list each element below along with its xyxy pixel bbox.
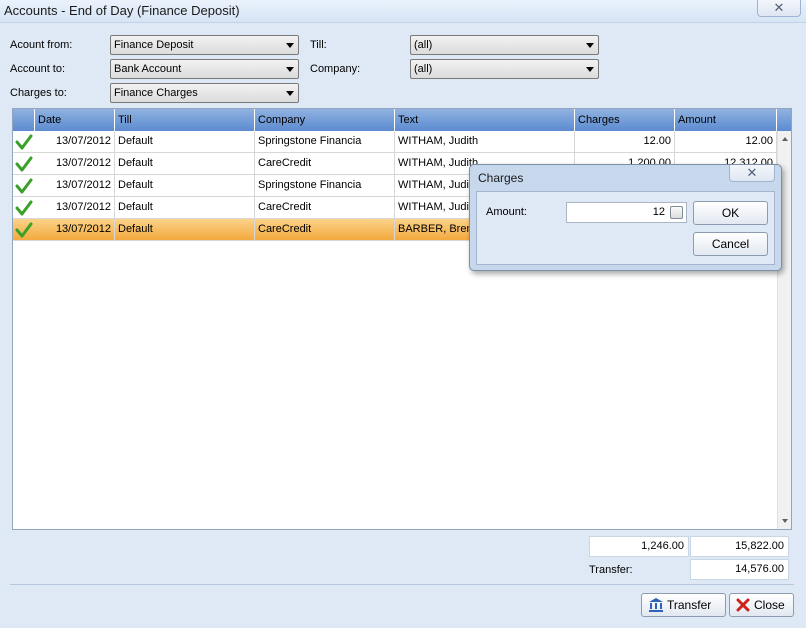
transfer-button-label: Transfer bbox=[667, 598, 712, 612]
cancel-button-label: Cancel bbox=[711, 237, 750, 251]
till-label: Till: bbox=[310, 39, 327, 51]
cell-text: WITHAM, Judith bbox=[395, 131, 575, 153]
account-from-value: Finance Deposit bbox=[114, 39, 194, 51]
cell-date: 13/07/2012 bbox=[35, 219, 115, 241]
transfer-value: 14,576.00 bbox=[690, 559, 789, 580]
amount-value: 12 bbox=[652, 206, 665, 218]
scroll-down-arrow-icon[interactable] bbox=[782, 519, 788, 523]
chevron-down-icon bbox=[586, 67, 594, 72]
charges-total: 1,246.00 bbox=[589, 536, 689, 557]
account-from-dropdown[interactable]: Finance Deposit bbox=[110, 35, 299, 55]
till-dropdown[interactable]: (all) bbox=[410, 35, 599, 55]
checkmark-icon[interactable] bbox=[15, 221, 33, 239]
cancel-button[interactable]: Cancel bbox=[693, 232, 768, 256]
footer-divider bbox=[10, 584, 794, 585]
company-dropdown[interactable]: (all) bbox=[410, 59, 599, 79]
cell-till: Default bbox=[115, 153, 255, 175]
grid-header: Date Till Company Text Charges Amount bbox=[13, 109, 791, 131]
amount-input[interactable]: 12 bbox=[566, 202, 687, 223]
chevron-down-icon bbox=[586, 43, 594, 48]
charges-to-dropdown[interactable]: Finance Charges bbox=[110, 83, 299, 103]
close-x-icon bbox=[736, 598, 750, 612]
cell-charges: 12.00 bbox=[575, 131, 675, 153]
dialog-close-button[interactable]: ✕ bbox=[729, 165, 775, 182]
chevron-down-icon bbox=[286, 91, 294, 96]
cell-date: 13/07/2012 bbox=[35, 131, 115, 153]
checkmark-icon[interactable] bbox=[15, 133, 33, 151]
cell-company: CareCredit bbox=[255, 219, 395, 241]
cell-date: 13/07/2012 bbox=[35, 197, 115, 219]
amount-spin-button[interactable] bbox=[670, 206, 683, 219]
scroll-up-arrow-icon[interactable] bbox=[782, 137, 788, 141]
checkmark-icon[interactable] bbox=[15, 177, 33, 195]
column-header-charges[interactable]: Charges bbox=[575, 109, 675, 131]
charges-dialog: Charges ✕ Amount: 12 OK Cancel bbox=[469, 164, 782, 271]
end-of-day-window: Accounts - End of Day (Finance Deposit) … bbox=[0, 0, 806, 628]
dialog-title: Charges bbox=[478, 171, 524, 185]
column-header-text[interactable]: Text bbox=[395, 109, 575, 131]
close-button[interactable]: Close bbox=[729, 593, 794, 617]
company-label: Company: bbox=[310, 63, 361, 75]
charges-to-value: Finance Charges bbox=[114, 87, 198, 99]
dialog-body: Amount: 12 OK Cancel bbox=[476, 191, 775, 265]
cell-company: Springstone Financia bbox=[255, 175, 395, 197]
window-close-button[interactable]: ✕ bbox=[757, 0, 801, 17]
cell-till: Default bbox=[115, 219, 255, 241]
column-header-company[interactable]: Company bbox=[255, 109, 395, 131]
table-row[interactable]: 13/07/2012 Default Springstone Financia WIT… bbox=[13, 131, 777, 153]
checkmark-icon[interactable] bbox=[15, 155, 33, 173]
cell-company: Springstone Financia bbox=[255, 131, 395, 153]
till-value: (all) bbox=[414, 39, 433, 51]
account-to-value: Bank Account bbox=[114, 63, 182, 75]
account-from-label: Acount from: bbox=[10, 39, 73, 51]
cell-till: Default bbox=[115, 131, 255, 153]
column-header-check bbox=[13, 109, 35, 131]
chevron-down-icon bbox=[286, 43, 294, 48]
cell-amount: 12.00 bbox=[675, 131, 777, 153]
column-header-date[interactable]: Date bbox=[35, 109, 115, 131]
cell-company: CareCredit bbox=[255, 153, 395, 175]
chevron-down-icon bbox=[286, 67, 294, 72]
account-to-label: Account to: bbox=[10, 63, 66, 75]
checkmark-icon[interactable] bbox=[15, 199, 33, 217]
amount-total: 15,822.00 bbox=[690, 536, 789, 557]
window-title: Accounts - End of Day (Finance Deposit) bbox=[4, 3, 240, 18]
cell-company: CareCredit bbox=[255, 197, 395, 219]
close-button-label: Close bbox=[754, 598, 785, 612]
title-bar: Accounts - End of Day (Finance Deposit) … bbox=[0, 0, 806, 22]
amount-label: Amount: bbox=[486, 206, 527, 218]
cell-date: 13/07/2012 bbox=[35, 153, 115, 175]
bank-icon bbox=[649, 598, 663, 612]
column-header-amount[interactable]: Amount bbox=[675, 109, 777, 131]
cell-date: 13/07/2012 bbox=[35, 175, 115, 197]
ok-button-label: OK bbox=[721, 206, 740, 220]
column-header-till[interactable]: Till bbox=[115, 109, 255, 131]
company-value: (all) bbox=[414, 63, 433, 75]
ok-button[interactable]: OK bbox=[693, 201, 768, 225]
cell-till: Default bbox=[115, 175, 255, 197]
cell-till: Default bbox=[115, 197, 255, 219]
charges-to-label: Charges to: bbox=[10, 87, 67, 99]
transfer-label: Transfer: bbox=[589, 564, 633, 576]
transfer-button[interactable]: Transfer bbox=[641, 593, 726, 617]
account-to-dropdown[interactable]: Bank Account bbox=[110, 59, 299, 79]
